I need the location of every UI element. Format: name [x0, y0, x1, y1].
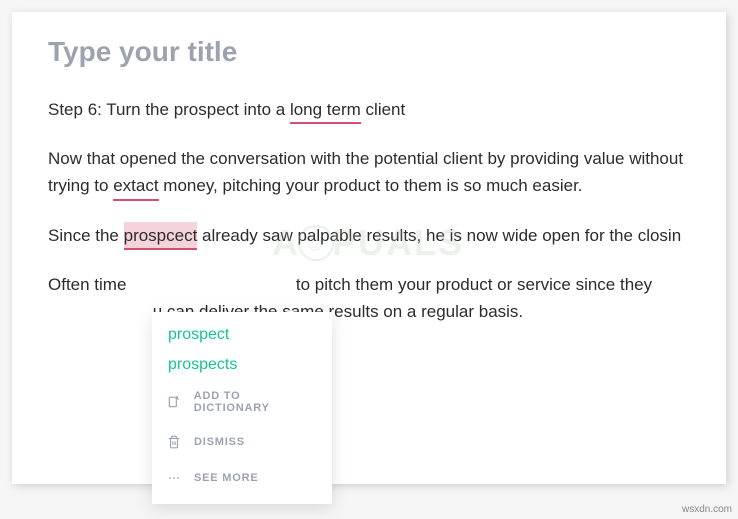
error-underline-longterm[interactable]: long term — [290, 96, 361, 123]
p1-text-after: client — [366, 100, 406, 119]
paragraph-2[interactable]: Now that opened the conversation with th… — [48, 145, 690, 199]
footer-credit: wsxdn.com — [682, 504, 732, 515]
more-icon — [166, 470, 182, 486]
watermark-right: PUALS — [332, 222, 464, 264]
dismiss-label: DISMISS — [194, 436, 245, 448]
suggestion-prospects[interactable]: prospects — [152, 350, 332, 380]
watermark-icon: ☺ — [298, 225, 334, 261]
add-to-dictionary-button[interactable]: ADD TO DICTIONARY — [152, 380, 332, 424]
paragraph-4[interactable]: Often time to pitch them your product or… — [48, 271, 690, 325]
p2-text-after: money, pitching your product to them is … — [163, 176, 582, 195]
editor: A ☺ PUALS Type your title Step 6: Turn t… — [12, 12, 726, 484]
watermark: A ☺ PUALS — [272, 222, 464, 264]
error-highlight-prospcect[interactable]: prospcect — [124, 222, 198, 249]
trash-icon — [166, 434, 182, 450]
p1-text-before: Step 6: Turn the prospect into a — [48, 100, 290, 119]
add-to-dictionary-label: ADD TO DICTIONARY — [194, 390, 318, 414]
error-underline-extact[interactable]: extact — [113, 172, 158, 199]
title-input[interactable]: Type your title — [48, 36, 690, 68]
p4-text-middle: to pitch them your product or service si… — [296, 275, 652, 294]
paragraph-1[interactable]: Step 6: Turn the prospect into a long te… — [48, 96, 690, 123]
see-more-button[interactable]: SEE MORE — [152, 460, 332, 496]
add-icon — [166, 394, 182, 410]
dismiss-button[interactable]: DISMISS — [152, 424, 332, 460]
p4-text-before: Often time — [48, 275, 126, 294]
p3-text-before: Since the — [48, 226, 124, 245]
suggestion-prospect[interactable]: prospect — [152, 320, 332, 350]
watermark-left: A — [272, 222, 300, 264]
see-more-label: SEE MORE — [194, 472, 258, 484]
suggestion-menu: prospect prospects ADD TO DICTIONARY — [152, 312, 332, 504]
